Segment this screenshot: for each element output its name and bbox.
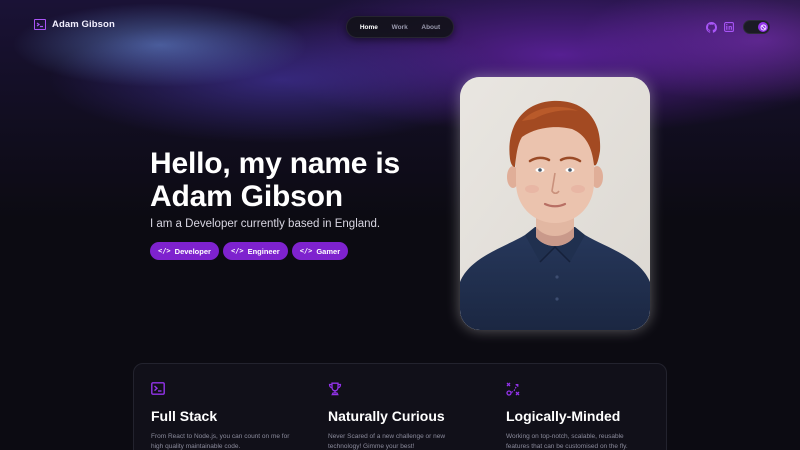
nav-about[interactable]: About	[421, 24, 440, 31]
code-icon: </>	[299, 247, 313, 255]
terminal-icon	[34, 19, 46, 30]
brand-name: Adam Gibson	[52, 19, 115, 30]
feature-desc: Working on top-notch, scalable, reusable…	[506, 433, 628, 450]
brand-link[interactable]: Adam Gibson	[34, 19, 115, 30]
hero-subtitle: I am a Developer currently based in Engl…	[150, 218, 381, 230]
github-icon[interactable]	[706, 21, 717, 33]
tag-gamer[interactable]: </> Gamer	[291, 242, 349, 260]
features-card: Full Stack From React to Node.js, you ca…	[133, 363, 667, 450]
code-icon: </>	[230, 247, 244, 255]
tag-label: Developer	[174, 246, 211, 256]
hero-title: Hello, my name is Adam Gibson	[150, 147, 450, 213]
terminal-icon	[151, 382, 165, 396]
trophy-icon	[328, 382, 342, 396]
code-icon: </>	[158, 247, 171, 255]
tag-developer[interactable]: </> Developer	[150, 242, 219, 260]
feature-desc: Never Scared of a new challenge or new t…	[328, 433, 446, 450]
nav-home[interactable]: Home	[360, 24, 378, 31]
feature-logically-minded: Logically-Minded Working on top-notch, s…	[506, 382, 666, 450]
strategy-icon	[506, 382, 520, 396]
hero-tags: </> Developer </> Engineer </> Gamer	[150, 242, 349, 260]
feature-naturally-curious: Naturally Curious Never Scared of a new …	[328, 382, 488, 450]
tag-label: Engineer	[247, 246, 280, 256]
nav-work[interactable]: Work	[392, 24, 408, 31]
feature-title: Logically-Minded	[506, 408, 621, 424]
feature-desc: From React to Node.js, you can count on …	[151, 433, 290, 450]
tag-label: Gamer	[316, 246, 341, 256]
hero-title-line2: Adam Gibson	[150, 180, 343, 213]
tag-engineer[interactable]: </> Engineer	[222, 242, 288, 260]
moon-icon	[758, 22, 768, 32]
feature-title: Naturally Curious	[328, 408, 445, 424]
feature-title: Full Stack	[151, 408, 218, 424]
linkedin-icon[interactable]	[723, 22, 734, 33]
profile-photo	[460, 77, 650, 330]
main-nav: Home Work About	[346, 16, 454, 38]
hero-title-line1: Hello, my name is	[150, 147, 401, 180]
feature-full-stack: Full Stack From React to Node.js, you ca…	[151, 382, 311, 450]
theme-toggle[interactable]	[743, 20, 770, 34]
header-actions	[706, 20, 770, 34]
